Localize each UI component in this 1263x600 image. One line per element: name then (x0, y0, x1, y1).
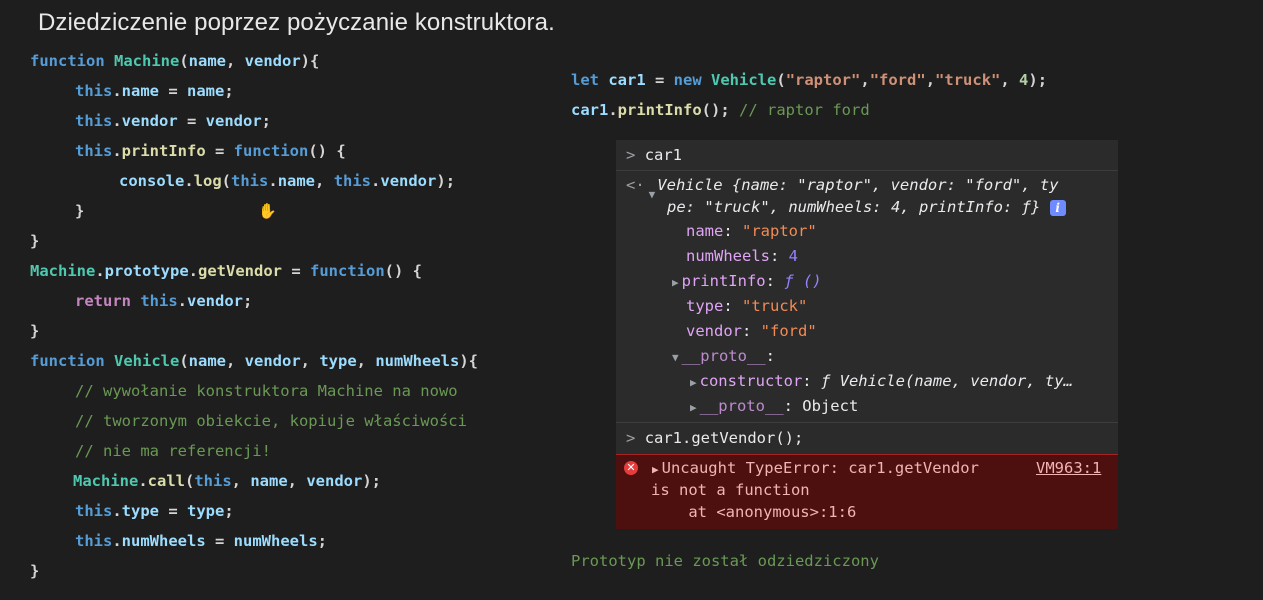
object-prop-proto[interactable]: ▼ __proto__: (672, 347, 775, 365)
object-prop-type: type: "truck" (686, 297, 808, 315)
code-line: } (30, 562, 40, 580)
right-code-block: let car1 = new Vehicle("raptor","ford","… (571, 71, 1047, 125)
hand-cursor-icon: ✋ (258, 202, 277, 220)
code-line: } (75, 202, 85, 220)
code-line: return this.vendor; (75, 292, 253, 310)
error-source-link[interactable]: VM963:1 (1036, 459, 1101, 477)
code-line: console.log(this.name, this.vendor); (119, 172, 456, 190)
expand-triangle-icon[interactable]: ▶ (690, 401, 697, 414)
code-line: this.name = name; (75, 82, 234, 100)
console-result-head-wrap: pe: "truck", numWheels: 4, printInfo: ƒ}… (667, 198, 1066, 216)
code-line: Machine.prototype.getVendor = function()… (30, 262, 422, 280)
object-prop-constructor[interactable]: ▶ constructor: ƒ Vehicle(name, vendor, ty… (690, 372, 1073, 390)
object-prop-name: name: "raptor" (686, 222, 817, 240)
code-line: this.numWheels = numWheels; (75, 532, 328, 550)
code-line: function Machine(name, vendor){ (30, 52, 320, 70)
code-comment: // nie ma referencji! (75, 442, 271, 460)
error-icon: ✕ (624, 461, 638, 475)
prompt-chevron-icon: > (626, 429, 636, 447)
object-prop-printinfo[interactable]: ▶ printInfo: ƒ () (672, 272, 822, 290)
divider (616, 422, 1118, 423)
code-line: } (30, 322, 40, 340)
code-line: this.printInfo = function() { (75, 142, 346, 160)
prompt-chevron-icon: > (626, 146, 636, 164)
code-comment: // wywołanie konstruktora Machine na now… (75, 382, 458, 400)
slide-title: Dziedziczenie poprzez pożyczanie konstru… (38, 9, 555, 36)
info-icon[interactable]: i (1049, 199, 1066, 216)
code-line: } (30, 232, 40, 250)
object-prop-vendor: vendor: "ford" (686, 322, 817, 340)
expand-triangle-icon[interactable]: ▶ (672, 276, 679, 289)
collapse-triangle-icon[interactable]: ▼ (672, 351, 679, 364)
code-line: let car1 = new Vehicle("raptor","ford","… (571, 71, 1048, 89)
code-line: this.vendor = vendor; (75, 112, 272, 130)
code-line: Machine.call(this, name, vendor); (73, 472, 382, 490)
result-arrow-icon: <· (626, 176, 645, 194)
expand-triangle-icon[interactable]: ▼ (649, 188, 656, 201)
expand-triangle-icon[interactable]: ▶ (690, 376, 697, 389)
devtools-console: > car1 <·▼Vehicle {name: "raptor", vendo… (616, 140, 1118, 529)
object-prop-proto-object[interactable]: ▶ __proto__: Object (690, 397, 858, 415)
console-input-row[interactable]: > car1 (626, 146, 682, 164)
object-prop-numwheels: numWheels: 4 (686, 247, 799, 265)
console-input-row[interactable]: > car1.getVendor(); (626, 429, 803, 447)
console-result-head[interactable]: <·▼Vehicle {name: "raptor", vendor: "for… (626, 176, 1059, 201)
code-comment: // tworzonym obiekcie, kopiuje właściwoś… (75, 412, 467, 430)
error-line-1: ▶ Uncaught TypeError: car1.getVendor (652, 459, 979, 477)
divider (616, 170, 1118, 171)
footer-note: Prototyp nie został odziedziczony (571, 552, 879, 570)
left-code-block: function Machine(name, vendor){ this.nam… (30, 52, 478, 580)
code-line: this.type = type; (75, 502, 234, 520)
code-line: function Vehicle(name, vendor, type, num… (30, 352, 479, 370)
error-line-3: at <anonymous>:1:6 (651, 503, 857, 521)
code-line: car1.printInfo(); // raptor ford (571, 101, 870, 119)
error-line-2: is not a function (651, 481, 810, 499)
expand-triangle-icon[interactable]: ▶ (652, 463, 659, 476)
console-error-message: ✕ ▶ Uncaught TypeError: car1.getVendor VM… (616, 454, 1118, 529)
